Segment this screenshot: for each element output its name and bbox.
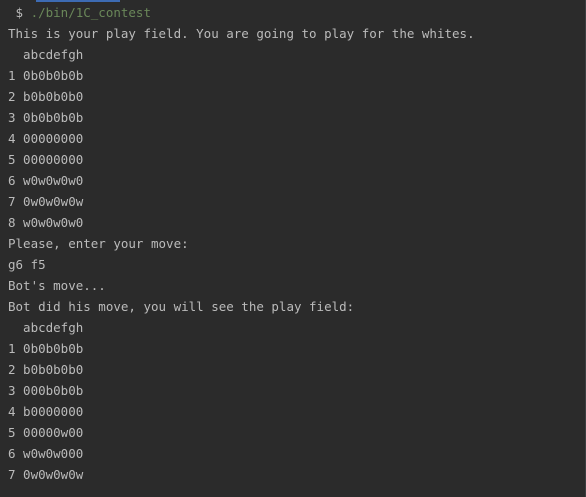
output-line: 4 b0000000 — [8, 404, 84, 419]
terminal-window[interactable]: $ ./bin/1C_contest This is your play fie… — [0, 0, 586, 497]
output-line: 6 w0w0w000 — [8, 446, 84, 461]
output-line: 1 0b0b0b0b — [8, 68, 84, 83]
output-line: 5 00000w00 — [8, 425, 84, 440]
output-line: 1 0b0b0b0b — [8, 341, 84, 356]
output-line: 6 w0w0w0w0 — [8, 173, 84, 188]
output-line: abcdefgh — [8, 320, 84, 335]
output-line: 8 w0w0w0w0 — [8, 215, 84, 230]
prompt-symbol: $ — [8, 5, 31, 20]
output-line: Bot's move... — [8, 278, 106, 293]
output-lines: This is your play field. You are going t… — [8, 23, 475, 485]
output-line: 5 00000000 — [8, 152, 84, 167]
output-line: 7 0w0w0w0w — [8, 467, 84, 482]
prompt-line: $ ./bin/1C_contest — [8, 2, 475, 23]
output-line: Please, enter your move: — [8, 236, 189, 251]
output-line: 3 0b0b0b0b — [8, 110, 84, 125]
output-line: g6 f5 — [8, 257, 46, 272]
output-line: 7 0w0w0w0w — [8, 194, 84, 209]
output-line: 4 00000000 — [8, 131, 84, 146]
terminal-output: $ ./bin/1C_contest This is your play fie… — [8, 2, 475, 485]
output-line: abcdefgh — [8, 47, 84, 62]
output-line: This is your play field. You are going t… — [8, 26, 475, 41]
output-line: 2 b0b0b0b0 — [8, 89, 84, 104]
output-line: 2 b0b0b0b0 — [8, 362, 84, 377]
prompt-command: ./bin/1C_contest — [30, 5, 151, 20]
output-line: Bot did his move, you will see the play … — [8, 299, 355, 314]
output-line: 3 000b0b0b — [8, 383, 84, 398]
